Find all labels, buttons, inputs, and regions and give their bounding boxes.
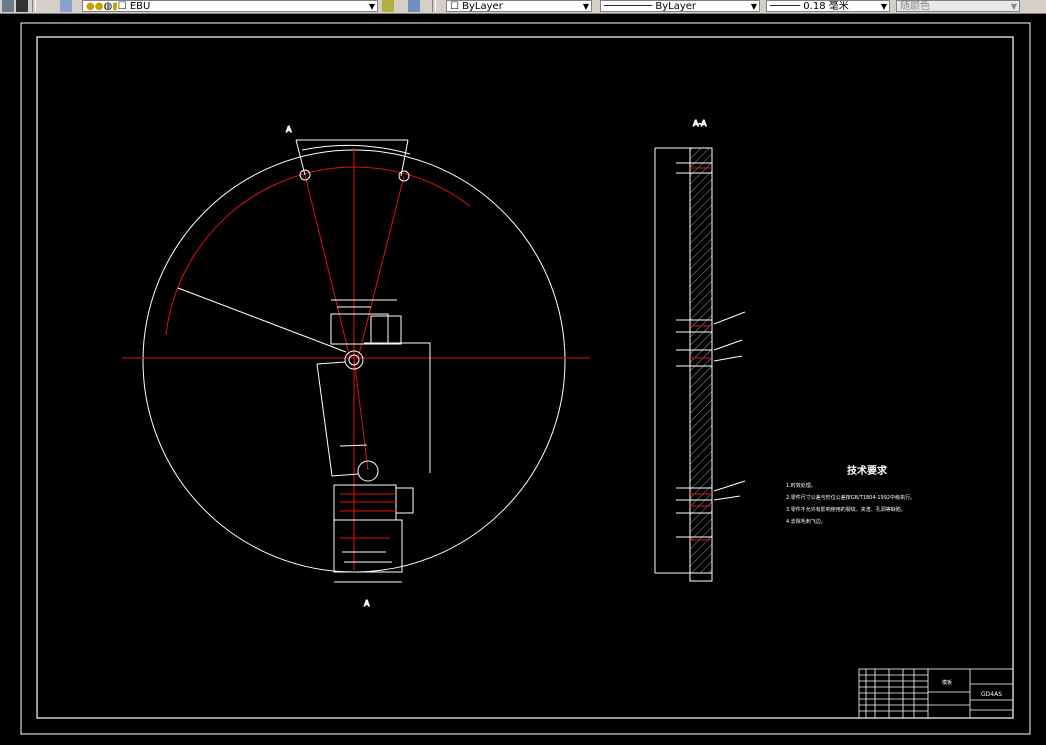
layer-icon[interactable] — [2, 0, 14, 12]
layer-previous-icon[interactable] — [408, 0, 420, 12]
drawing-canvas[interactable]: A A A-A 技术要求 1.时效处理。 2.零件尺寸公差与形位公差按GB/T1… — [0, 14, 1046, 741]
chevron-down-icon: ▼ — [582, 2, 589, 11]
lightbulb-icon: ●● — [86, 1, 104, 12]
tech-req-item: 1.时效处理。 — [786, 482, 816, 489]
front-view: A A — [122, 125, 590, 609]
upper-block-side — [370, 315, 402, 345]
freeze-icon: ◍ — [103, 1, 113, 12]
radial-line — [304, 174, 351, 359]
lower-block-side — [395, 487, 414, 514]
tech-req-item: 3.零件不允许有影响使用的裂纹、夹渣、孔洞等缺陷。 — [786, 506, 906, 513]
cad-drawing: A A A-A 技术要求 1.时效处理。 2.零件尺寸公差与形位公差按GB/T1… — [20, 22, 1031, 735]
bolt-circle-arc — [165, 166, 471, 336]
lineweight-value: 0.18 毫米 — [803, 1, 849, 12]
layer-name: EBU — [129, 1, 151, 12]
match-icon[interactable] — [16, 0, 28, 12]
section-marker-top: A — [286, 125, 292, 134]
technical-requirements: 技术要求 1.时效处理。 2.零件尺寸公差与形位公差按GB/T1804-1992… — [786, 464, 915, 525]
dimension-line — [342, 537, 392, 563]
linetype-dropdown[interactable]: ──────── ByLayer ▼ — [600, 0, 760, 12]
color-swatch-icon: ☐ — [117, 1, 127, 12]
title-block: 模板 GD4AS — [858, 668, 1014, 719]
base-block — [333, 519, 403, 573]
chevron-down-icon: ▼ — [750, 2, 757, 11]
drawing-frame — [36, 36, 1014, 719]
tech-req-item: 4.去除毛刺飞边。 — [786, 518, 826, 525]
line-sample-icon: ───── — [770, 1, 801, 12]
pivot-hole — [357, 460, 379, 482]
section-body — [689, 147, 713, 574]
color-dropdown[interactable]: ☐ ByLayer ▼ — [446, 0, 592, 12]
separator — [432, 0, 436, 12]
section-view-title: A-A — [693, 119, 707, 128]
linetype-value: ByLayer — [655, 1, 697, 12]
chevron-down-icon: ▼ — [1010, 2, 1017, 11]
make-current-icon[interactable] — [382, 0, 394, 12]
lineweight-dropdown[interactable]: ───── 0.18 毫米 ▼ — [766, 0, 890, 12]
surface-finish-leaders — [713, 311, 746, 501]
sheet-border — [20, 22, 1031, 735]
plotstyle-value: 随颜色 — [900, 1, 930, 12]
chevron-down-icon: ▼ — [368, 2, 375, 11]
color-value: ByLayer — [462, 1, 503, 12]
dimension-line — [364, 342, 431, 473]
drawing-number: GD4AS — [981, 691, 1002, 698]
overall-dimension — [654, 147, 690, 574]
layer-manager-icon[interactable] — [60, 0, 72, 12]
part-name: 模板 — [942, 679, 952, 686]
section-marker-bottom: A — [364, 599, 370, 608]
color-swatch-icon: ☐ — [450, 1, 459, 12]
tech-req-item: 2.零件尺寸公差与形位公差按GB/T1804-1992中级执行。 — [786, 494, 915, 501]
tech-req-title: 技术要求 — [847, 464, 888, 477]
radial-line — [353, 357, 369, 471]
radial-line — [357, 175, 405, 359]
chevron-down-icon: ▼ — [880, 2, 887, 11]
link-outline — [316, 361, 359, 477]
radius-leader — [177, 287, 347, 353]
line-sample-icon: ──────── — [604, 1, 653, 12]
plotstyle-dropdown[interactable]: 随颜色 ▼ — [896, 0, 1020, 12]
dimension-line — [331, 299, 397, 308]
layer-dropdown[interactable]: ●●◍▮☐ EBU ▼ — [82, 0, 378, 12]
upper-block — [330, 313, 389, 345]
section-view-a-a: A-A — [654, 119, 746, 582]
properties-toolbar: ●●◍▮☐ EBU ▼ ☐ ByLayer ▼ ──────── ByLayer… — [0, 0, 1046, 14]
hole-centerline — [340, 493, 396, 512]
section-foot — [689, 572, 713, 582]
dimension-line — [339, 444, 368, 447]
separator — [32, 0, 36, 12]
